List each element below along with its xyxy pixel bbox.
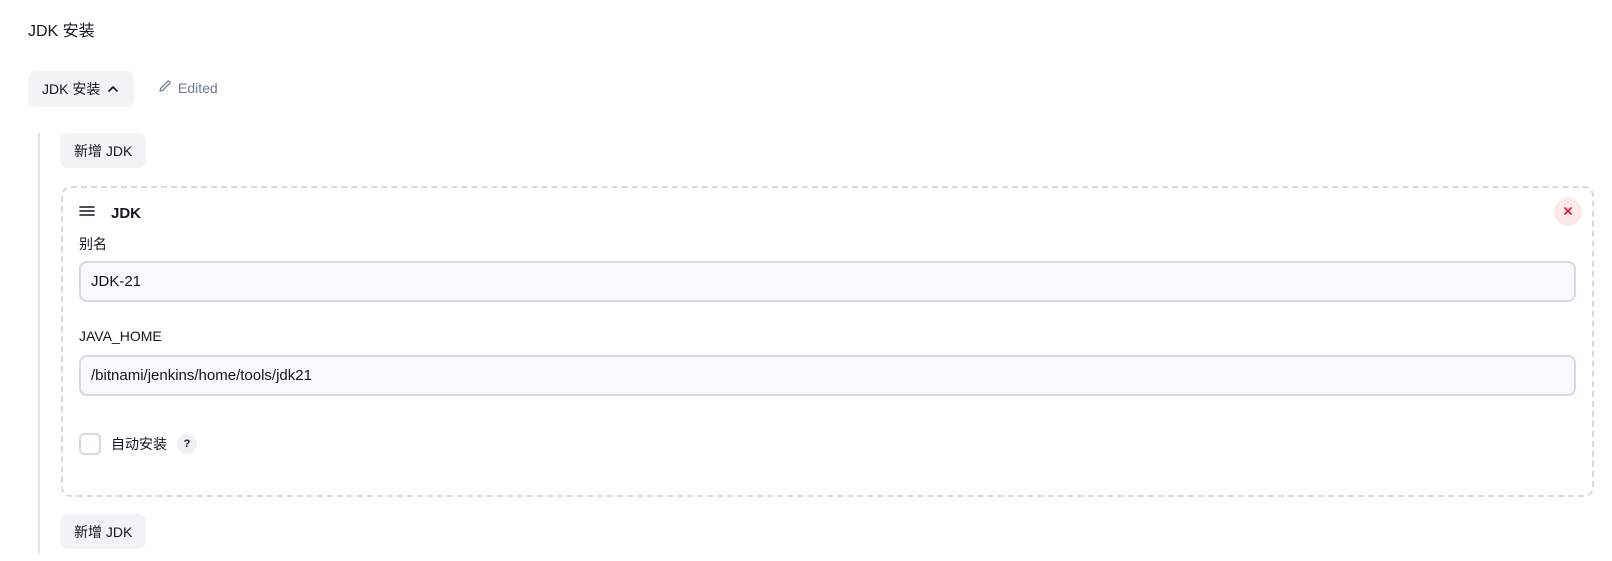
drag-handle-icon[interactable]: [79, 204, 95, 222]
jdk-item-card: JDK 别名 JAVA_HOME 自动安装 ?: [61, 186, 1594, 497]
java-home-input[interactable]: [79, 355, 1576, 396]
auto-install-label: 自动安装: [111, 436, 167, 452]
chevron-up-icon: [106, 82, 120, 96]
delete-jdk-button[interactable]: [1554, 198, 1582, 226]
add-jdk-button-bottom[interactable]: 新增 JDK: [60, 514, 147, 549]
jdk-installations-section: JDK 安装 JDK 安装 Edited 新增 JDK JDK 别名 JAVA_…: [0, 0, 1612, 561]
auto-install-checkbox[interactable]: [79, 433, 101, 455]
java-home-label: JAVA_HOME: [79, 328, 162, 344]
nested-items-rail: [38, 133, 40, 553]
jdk-item-title: JDK: [111, 204, 142, 222]
help-icon[interactable]: ?: [177, 434, 197, 454]
pencil-icon: [158, 79, 172, 96]
auto-install-row: 自动安装 ?: [79, 433, 197, 455]
alias-input[interactable]: [79, 261, 1576, 302]
edited-label: Edited: [178, 79, 218, 96]
section-title: JDK 安装: [28, 23, 95, 40]
jdk-item-header: JDK: [79, 204, 141, 222]
alias-label: 别名: [79, 236, 107, 252]
close-icon: [1563, 203, 1573, 221]
jdk-installations-toggle-button[interactable]: JDK 安装: [28, 71, 135, 107]
edited-indicator: Edited: [158, 79, 218, 96]
add-jdk-button-top[interactable]: 新增 JDK: [60, 133, 147, 168]
toggle-label: JDK 安装: [42, 81, 101, 97]
